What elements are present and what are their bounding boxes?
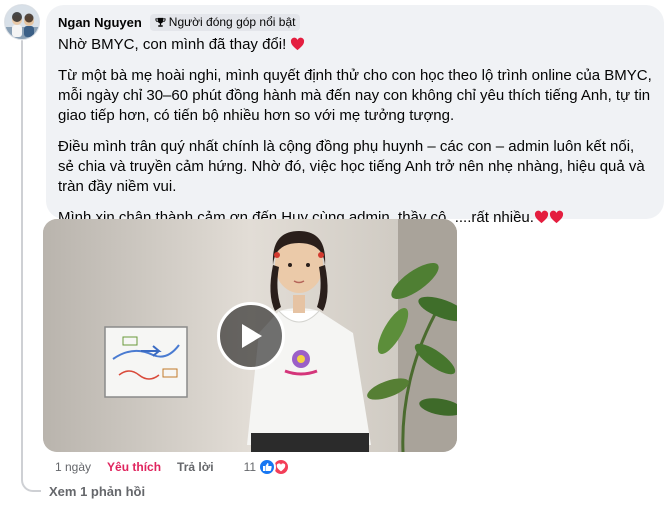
- thread-line: [21, 40, 23, 480]
- play-icon: [242, 324, 262, 348]
- comment-text: Nhờ BMYC, con mình đã thay đổi!: [58, 36, 287, 53]
- comment-paragraph-3: Điều mình trân quý nhất chính là cộng đồ…: [58, 138, 645, 195]
- view-replies-link[interactable]: Xem 1 phản hồi: [49, 484, 145, 499]
- heart-icon: [549, 210, 564, 224]
- like-reaction-icon: [258, 458, 277, 476]
- play-button[interactable]: [217, 302, 285, 370]
- video-player[interactable]: [43, 219, 457, 452]
- comment-actions: 1 ngày Yêu thích Trả lời 11: [55, 457, 291, 477]
- comment-timestamp[interactable]: 1 ngày: [55, 460, 91, 474]
- comment-paragraph-2: Từ một bà mẹ hoài nghi, mình quyết định …: [58, 67, 652, 124]
- comment-bubble: Ngan Nguyen Người đóng góp nổi bật Nhờ B…: [46, 5, 664, 226]
- comment-paragraph-1: Nhờ BMYC, con mình đã thay đổi!: [58, 35, 652, 55]
- avatar[interactable]: [4, 4, 40, 40]
- reply-button[interactable]: Trả lời: [177, 460, 214, 474]
- comment-header: Ngan Nguyen Người đóng góp nổi bật: [58, 13, 652, 31]
- thread-connector: [21, 470, 41, 492]
- reaction-count: 11: [243, 460, 257, 474]
- reaction-summary[interactable]: 11: [243, 458, 291, 476]
- heart-icon: [291, 37, 305, 51]
- trophy-icon: [155, 17, 166, 27]
- author-name[interactable]: Ngan Nguyen: [58, 15, 142, 30]
- like-button[interactable]: Yêu thích: [107, 460, 161, 474]
- heart-icon: [534, 210, 549, 224]
- contributor-badge[interactable]: Người đóng góp nổi bật: [149, 13, 301, 31]
- badge-label: Người đóng góp nổi bật: [168, 15, 296, 29]
